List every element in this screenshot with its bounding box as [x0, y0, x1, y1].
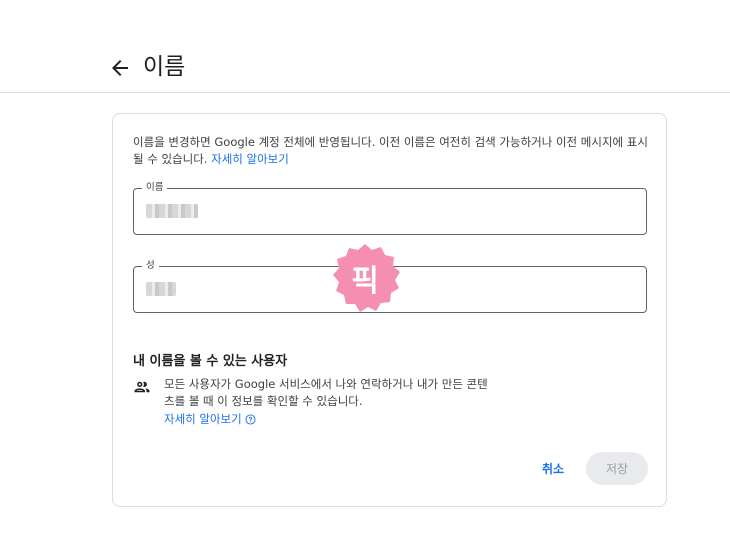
watermark-badge: 픽	[329, 242, 401, 314]
visibility-description: 모든 사용자가 Google 서비스에서 나와 연락하거나 내가 만든 콘텐츠를…	[164, 377, 488, 408]
page-header: 이름	[0, 0, 730, 93]
first-name-label: 이름	[142, 181, 168, 195]
back-arrow-icon[interactable]	[108, 56, 132, 80]
people-icon	[134, 381, 150, 393]
page-title: 이름	[143, 54, 186, 80]
help-circle-icon	[245, 414, 256, 425]
visibility-learn-more-link[interactable]: 자세히 알아보기	[164, 411, 256, 428]
last-name-label: 성	[142, 259, 159, 273]
cancel-button[interactable]: 취소	[530, 452, 576, 484]
learn-more-link[interactable]: 자세히 알아보기	[211, 152, 289, 166]
first-name-input[interactable]	[146, 199, 626, 223]
redacted-last-name	[146, 282, 176, 296]
save-button[interactable]: 저장	[586, 452, 648, 485]
visibility-section-title: 내 이름을 볼 수 있는 사용자	[133, 354, 288, 369]
redacted-first-name	[146, 204, 198, 218]
watermark-text: 픽	[351, 264, 379, 299]
first-name-field[interactable]: 이름	[133, 181, 647, 235]
name-change-description: 이름을 변경하면 Google 계정 전체에 반영됩니다. 이전 이름은 여전히…	[133, 134, 648, 168]
visibility-learn-more-label: 자세히 알아보기	[164, 412, 242, 426]
